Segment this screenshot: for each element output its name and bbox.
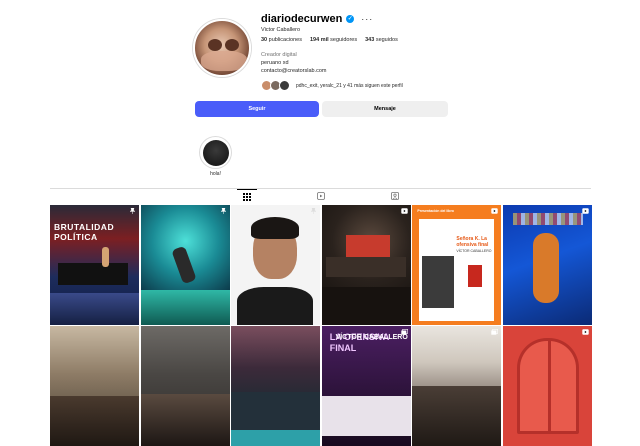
profile-bio: peruano xd contacto@creatorslab.com — [261, 59, 327, 75]
profile-avatar[interactable] — [193, 19, 251, 77]
post-3[interactable] — [231, 205, 321, 325]
reel-icon — [491, 208, 499, 214]
avatar-eye-right — [225, 39, 239, 51]
post-4[interactable] — [321, 205, 411, 325]
post-8[interactable] — [140, 326, 230, 446]
followed-by[interactable]: pdhc_exit, yeralc_21 y 41 más siguen est… — [261, 80, 403, 91]
post-5-book — [468, 265, 483, 287]
post-6-mascot — [532, 233, 559, 303]
bio-line-2[interactable]: contacto@creatorslab.com — [261, 67, 327, 75]
avatar-hands — [201, 51, 247, 71]
pin-icon — [219, 208, 227, 214]
followers-stat[interactable]: 194 mil seguidores — [310, 37, 357, 43]
highlight-label: hola! — [210, 171, 221, 177]
post-12[interactable] — [502, 326, 592, 446]
followers-count: 194 mil — [309, 37, 329, 43]
grid-icon — [243, 192, 251, 201]
post-12-door — [516, 338, 579, 434]
post-1-title: BRUTALIDAD POLÍTICA — [54, 222, 115, 242]
message-button[interactable]: Mensaje — [322, 101, 448, 117]
profile-stats: 30 publicaciones 194 mil seguidores 343 … — [261, 37, 398, 43]
post-9-group — [231, 392, 321, 432]
posts-stat: 30 publicaciones — [261, 37, 302, 43]
carousel-icon — [491, 329, 499, 335]
full-name: Victor Caballero — [261, 27, 301, 33]
reel-icon — [582, 329, 589, 335]
following-label: seguidos — [375, 37, 398, 43]
post-10[interactable]: LA OFENSIVA FINAL VÍCTOR CABALLERO — [321, 326, 411, 446]
profile-category: Creador digital — [261, 52, 297, 58]
followed-by-text: pdhc_exit, yeralc_21 y 41 más siguen est… — [296, 82, 403, 89]
tab-tagged[interactable] — [385, 189, 405, 203]
post-1-crowd — [50, 293, 139, 325]
posts-label: publicaciones — [268, 37, 302, 43]
post-2-floor — [140, 290, 230, 325]
post-11[interactable] — [412, 326, 502, 446]
post-5-title: Señora K. La ofensiva final — [456, 236, 489, 248]
followers-label: seguidores — [330, 37, 358, 43]
reel-icon — [582, 208, 589, 214]
post-5-author: VÍCTOR CABALLERO — [456, 249, 492, 253]
post-3-hair — [251, 217, 300, 239]
posts-grid: BRUTALIDAD POLÍTICA Presentación del lib… — [50, 205, 592, 446]
post-1-person — [102, 247, 109, 267]
follow-button[interactable]: Seguir — [195, 101, 319, 117]
post-7-group — [50, 396, 139, 446]
post-1-stage — [58, 263, 128, 285]
post-5[interactable]: Presentación del libro Señora K. La ofen… — [412, 205, 502, 325]
post-2-figure — [170, 245, 197, 285]
post-3-shirt — [237, 287, 314, 325]
following-count: 343 — [365, 37, 375, 43]
story-highlight[interactable] — [200, 137, 231, 168]
avatar-eye-left — [208, 39, 222, 51]
post-4-audience — [321, 287, 411, 325]
highlight-cover — [202, 139, 229, 166]
posts-count: 30 — [261, 37, 268, 43]
verified-badge-icon: ✓ — [346, 15, 355, 23]
following-stat[interactable]: 343 seguidos — [365, 37, 398, 43]
post-6[interactable] — [502, 205, 592, 325]
post-7[interactable] — [50, 326, 139, 446]
post-5-top-text: Presentación del libro — [417, 209, 454, 213]
post-10-stage — [321, 396, 411, 436]
carousel-icon — [401, 329, 408, 335]
follower-avatar-3 — [279, 80, 290, 91]
post-6-confetti — [512, 213, 583, 225]
bio-line-1: peruano xd — [261, 60, 289, 66]
ellipsis-icon[interactable]: ··· — [361, 14, 373, 24]
pin-icon — [310, 208, 317, 214]
post-11-group — [412, 386, 502, 446]
reel-icon — [401, 208, 408, 214]
tab-reels[interactable] — [311, 189, 331, 203]
reels-icon — [317, 192, 325, 200]
post-5-photo — [422, 256, 455, 308]
username: diariodecurwen — [261, 13, 343, 25]
tagged-icon — [391, 192, 399, 200]
post-9-floor — [231, 430, 321, 446]
post-1[interactable]: BRUTALIDAD POLÍTICA — [50, 205, 139, 325]
post-8-group — [140, 394, 230, 446]
post-2[interactable] — [140, 205, 230, 325]
post-9[interactable] — [231, 326, 321, 446]
tab-posts[interactable] — [237, 189, 257, 203]
post-10-name: VÍCTOR CABALLERO — [335, 334, 408, 341]
username-row: diariodecurwen ✓ ··· — [261, 13, 373, 25]
pin-icon — [129, 208, 136, 214]
post-4-panel — [325, 257, 406, 277]
